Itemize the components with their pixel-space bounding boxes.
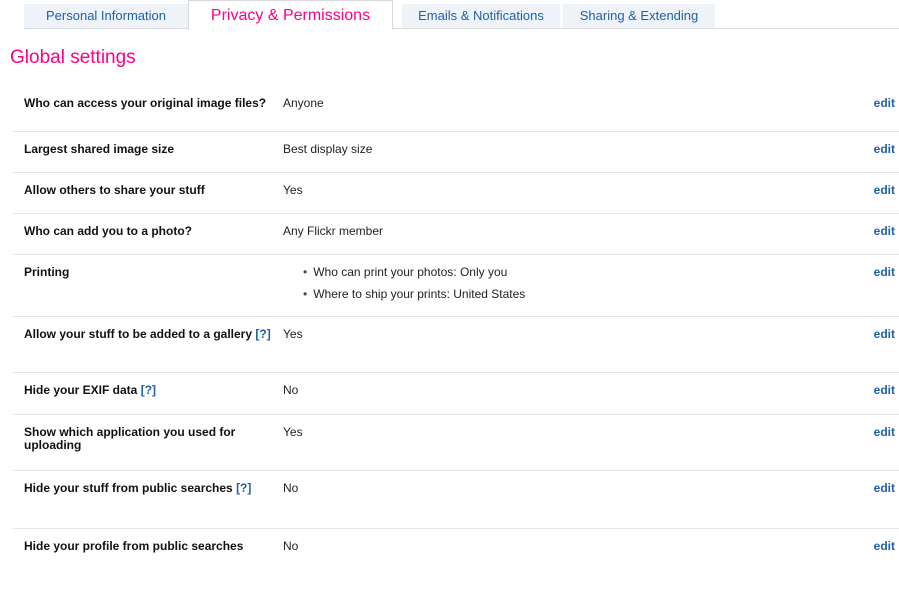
setting-label: Who can add you to a photo? (24, 224, 192, 238)
setting-value: Anyone (283, 96, 324, 110)
help-link[interactable]: [?] (236, 481, 251, 495)
setting-value: Who can print your photos: Only you Wher… (283, 266, 525, 310)
setting-row-original-files: Who can access your original image files… (13, 86, 899, 132)
setting-row-allow-sharing: Allow others to share your stuff Yes edi… (13, 173, 899, 214)
setting-value: Any Flickr member (283, 224, 384, 238)
setting-value: No (283, 539, 299, 553)
setting-row-public-searches: Hide your stuff from public searches [?]… (13, 471, 899, 529)
edit-link[interactable]: edit (874, 184, 895, 197)
setting-label: Largest shared image size (24, 142, 175, 156)
tab-sharing-extending[interactable]: Sharing & Extending (563, 4, 715, 28)
section-title: Global settings (10, 47, 136, 68)
setting-row-exif: Hide your EXIF data [?] No edit (13, 373, 899, 415)
edit-link[interactable]: edit (874, 266, 895, 279)
edit-link[interactable]: edit (874, 143, 895, 156)
setting-value: Best display size (283, 142, 373, 156)
edit-link[interactable]: edit (874, 97, 895, 110)
edit-link[interactable]: edit (874, 328, 895, 341)
setting-label: Hide your stuff from public searches [?] (24, 482, 274, 495)
setting-label: Allow others to share your stuff (24, 183, 205, 197)
setting-label: Hide your EXIF data [?] (24, 384, 274, 397)
setting-label: Printing (24, 265, 70, 279)
list-item: Who can print your photos: Only you (303, 266, 525, 279)
setting-row-printing: Printing Who can print your photos: Only… (13, 255, 899, 317)
setting-label: Allow your stuff to be added to a galler… (24, 328, 274, 341)
setting-label-text: Hide your stuff from public searches (24, 481, 233, 495)
setting-label-text: Allow your stuff to be added to a galler… (24, 327, 253, 341)
setting-value: Yes (283, 183, 303, 197)
tab-personal-information[interactable]: Personal Information (24, 4, 188, 28)
setting-value: Yes (283, 327, 303, 341)
setting-label: Show which application you used for uplo… (24, 425, 236, 452)
setting-value: Yes (283, 425, 303, 439)
setting-row-profile-searches: Hide your profile from public searches N… (13, 529, 899, 589)
tab-emails-notifications[interactable]: Emails & Notifications (402, 4, 560, 28)
setting-row-largest-image-size: Largest shared image size Best display s… (13, 132, 899, 173)
setting-label: Who can access your original image files… (24, 96, 267, 110)
edit-link[interactable]: edit (874, 540, 895, 553)
printing-options-list: Who can print your photos: Only you Wher… (283, 266, 525, 301)
settings-tabs: Personal Information Privacy & Permissio… (0, 0, 899, 30)
edit-link[interactable]: edit (874, 482, 895, 495)
edit-link[interactable]: edit (874, 384, 895, 397)
settings-list: Who can access your original image files… (13, 86, 899, 589)
help-link[interactable]: [?] (141, 383, 156, 397)
edit-link[interactable]: edit (874, 426, 895, 439)
tab-privacy-permissions[interactable]: Privacy & Permissions (188, 0, 393, 30)
setting-row-gallery: Allow your stuff to be added to a galler… (13, 317, 899, 373)
list-item: Where to ship your prints: United States (303, 288, 525, 301)
setting-value: No (283, 383, 299, 397)
setting-row-add-to-photo: Who can add you to a photo? Any Flickr m… (13, 214, 899, 255)
setting-label: Hide your profile from public searches (24, 539, 244, 553)
edit-link[interactable]: edit (874, 225, 895, 238)
setting-value: No (283, 481, 299, 495)
setting-label-text: Hide your EXIF data (24, 383, 138, 397)
setting-row-upload-application: Show which application you used for uplo… (13, 415, 899, 471)
help-link[interactable]: [?] (255, 327, 270, 341)
